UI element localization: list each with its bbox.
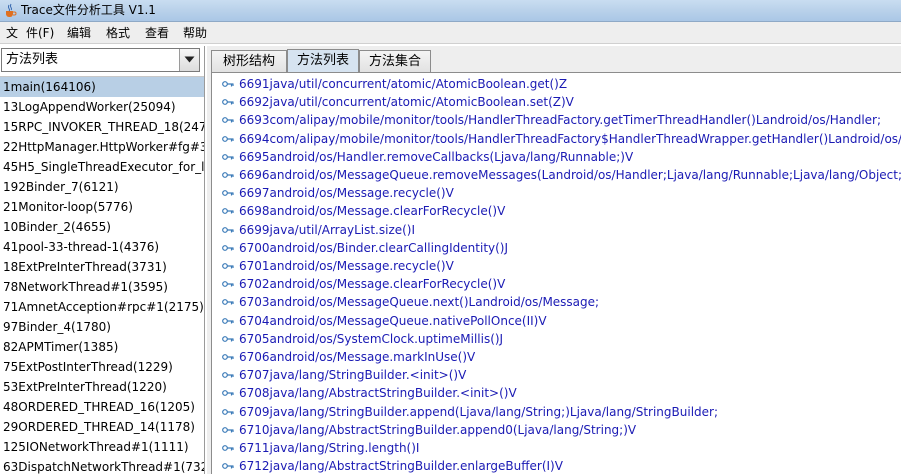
window-title: Trace文件分析工具 V1.1 [21, 3, 156, 17]
tree-leaf-key-icon [222, 354, 234, 360]
thread-item[interactable]: 78NetworkThread#1(3595) [0, 277, 204, 297]
method-list-panel[interactable]: 6691java/util/concurrent/atomic/AtomicBo… [211, 72, 901, 474]
thread-item[interactable]: 21Monitor-loop(5776) [0, 197, 204, 217]
method-label: 6702android/os/Message.clearForRecycle()… [239, 277, 506, 292]
method-label: 6694com/alipay/mobile/monitor/tools/Hand… [239, 131, 901, 146]
method-label: 6693com/alipay/mobile/monitor/tools/Hand… [239, 113, 882, 128]
tab-method-list[interactable]: 方法列表 [287, 49, 359, 73]
java-cup-icon [6, 3, 17, 17]
method-label: 6711java/lang/String.length()I [239, 441, 420, 455]
method-label: 6709java/lang/StringBuilder.append(Ljava… [239, 404, 718, 419]
method-label: 6707java/lang/StringBuilder.<init>()V [239, 368, 467, 383]
method-label: 6697android/os/Message.recycle()V [239, 186, 454, 201]
menu-help[interactable]: 帮助 [183, 25, 207, 41]
tree-leaf-key-icon [222, 226, 234, 233]
tree-leaf-key-icon [222, 208, 234, 215]
method-label: 6710java/lang/AbstractStringBuilder.appe… [239, 422, 637, 437]
chevron-down-icon [184, 56, 195, 63]
view-mode-combo[interactable]: 方法列表 [1, 48, 200, 72]
combo-dropdown-button[interactable] [179, 49, 199, 71]
method-label: 6712java/lang/AbstractStringBuilder.enla… [239, 459, 563, 474]
tree-leaf-key-icon [222, 299, 234, 306]
thread-item[interactable]: 13LogAppendWorker(25094) [0, 97, 204, 117]
tree-leaf-key-icon [222, 281, 234, 288]
method-label: 6700android/os/Binder.clearCallingIdenti… [239, 240, 509, 255]
tree-leaf-key-icon [222, 426, 234, 433]
thread-item[interactable]: 97Binder_4(1780) [0, 317, 204, 337]
tree-leaf-key-icon [222, 172, 234, 178]
tree-leaf-key-icon [222, 390, 234, 397]
method-label: 6706android/os/Message.markInUse()V [239, 350, 476, 364]
tree-leaf-key-icon [222, 463, 234, 470]
menu-bar: 文 件(F) 编辑 格式 查看 帮助 [0, 22, 901, 44]
thread-item[interactable]: 22HttpManager.HttpWorker#fg#30 [0, 137, 204, 157]
method-label: 6692java/util/concurrent/atomic/AtomicBo… [239, 95, 574, 110]
tab-tree-structure[interactable]: 树形结构 [211, 50, 287, 72]
thread-item[interactable]: 71AmnetAcception#rpc#1(2175) [0, 297, 204, 317]
tree-leaf-key-icon [222, 445, 234, 451]
thread-item[interactable]: 192Binder_7(6121) [0, 177, 204, 197]
left-panel: 方法列表 1main(164106) 13LogAppendWorker(250… [0, 46, 205, 474]
method-label: 6695android/os/Handler.removeCallbacks(L… [239, 149, 634, 164]
menu-format[interactable]: 格式 [106, 25, 130, 41]
thread-item[interactable]: 29ORDERED_THREAD_14(1178) [0, 417, 204, 437]
title-bar[interactable]: Trace文件分析工具 V1.1 [0, 0, 901, 22]
thread-list[interactable]: 1main(164106) 13LogAppendWorker(25094) 1… [0, 76, 204, 475]
tree-leaf-key-icon [222, 408, 234, 415]
thread-item[interactable]: 45H5_SingleThreadExecutor_for_l [0, 157, 204, 177]
thread-item[interactable]: 63DispatchNetworkThread#1(732) [0, 457, 204, 475]
tree-leaf-key-icon [222, 117, 234, 124]
thread-item[interactable]: 48ORDERED_THREAD_16(1205) [0, 397, 204, 417]
method-label: 6701android/os/Message.recycle()V [239, 259, 454, 273]
method-label: 6705android/os/SystemClock.uptimeMillis(… [239, 331, 504, 346]
thread-item[interactable]: 15RPC_INVOKER_THREAD_18(247 [0, 117, 204, 137]
method-label: 6708java/lang/AbstractStringBuilder.<ini… [239, 386, 517, 401]
tree-leaf-key-icon [222, 372, 234, 379]
method-label: 6704android/os/MessageQueue.nativePollOn… [239, 313, 547, 328]
method-label: 6699java/util/ArrayList.size()I [239, 222, 416, 237]
menu-view[interactable]: 查看 [145, 25, 169, 41]
tree-leaf-key-icon [222, 190, 234, 197]
tree-leaf-key-icon [222, 81, 234, 87]
thread-item[interactable]: 1main(164106) [0, 77, 204, 97]
tree-leaf-key-icon [222, 153, 234, 160]
tab-method-set[interactable]: 方法集合 [359, 50, 431, 72]
tree-leaf-key-icon [222, 335, 234, 342]
tree-leaf-key-icon [222, 263, 234, 269]
thread-item[interactable]: 53ExtPreInterThread(1220) [0, 377, 204, 397]
tree-leaf-key-icon [222, 317, 234, 324]
menu-file-2[interactable]: 件(F) [26, 25, 54, 41]
menu-file-1[interactable]: 文 [6, 25, 18, 41]
menu-edit[interactable]: 编辑 [67, 25, 91, 41]
thread-item[interactable]: 82APMTimer(1385) [0, 337, 204, 357]
method-label: 6696android/os/MessageQueue.removeMessag… [239, 168, 901, 182]
thread-item[interactable]: 41pool-33-thread-1(4376) [0, 237, 204, 257]
method-label: 6698android/os/Message.clearForRecycle()… [239, 204, 506, 219]
right-panel: 树形结构 方法列表 方法集合 6691java/util/concurrent/… [207, 46, 901, 474]
tree-leaf-key-icon [222, 244, 234, 251]
thread-item[interactable]: 18ExtPreInterThread(3731) [0, 257, 204, 277]
thread-item[interactable]: 75ExtPostInterThread(1229) [0, 357, 204, 377]
thread-item[interactable]: 125IONetworkThread#1(1111) [0, 437, 204, 457]
thread-item[interactable]: 10Binder_2(4655) [0, 217, 204, 237]
method-label: 6703android/os/MessageQueue.next()Landro… [239, 295, 600, 310]
tree-leaf-key-icon [222, 135, 234, 142]
tree-leaf-key-icon [222, 99, 234, 106]
combo-value: 方法列表 [6, 52, 59, 67]
method-label: 6691java/util/concurrent/atomic/AtomicBo… [239, 77, 568, 91]
